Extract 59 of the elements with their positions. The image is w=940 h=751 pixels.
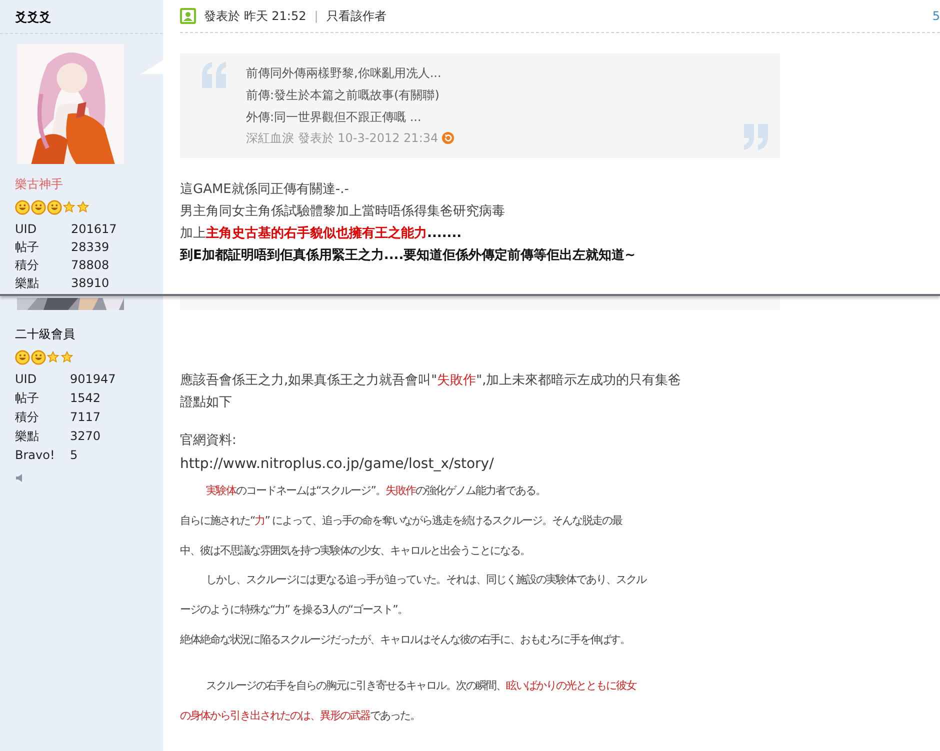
stat-value: 78808 (71, 257, 110, 273)
author-only-link[interactable]: 只看該作者 (326, 8, 386, 24)
stat-value: 201617 (71, 221, 117, 237)
star-icon (47, 351, 59, 363)
stat-label: 樂點 (15, 275, 39, 291)
story-text: 自らに施された“力” によって、追っ手の命を奪いながら逃走を続けるスクルージ。そんな脱走の最 (180, 512, 624, 529)
quote-byline: 深紅血淚 發表於 10-3-2012 21:34 (246, 130, 438, 147)
post-text: 到E加都証明唔到佢真係用緊王之力....要知道佢係外傳定前傳等佢出左就知道~ (180, 246, 637, 265)
user-icon (180, 8, 196, 24)
story-text: の身体から引き出されたのは、異形の武器であった。 (180, 708, 421, 724)
author-name[interactable]: 爻爻爻 (15, 9, 51, 27)
smiley-icon (31, 200, 46, 214)
stat-value: 38910 (71, 275, 110, 291)
stat-label: Bravo! (15, 447, 55, 463)
stat-value: 28339 (71, 239, 110, 255)
story-text: 実験体のコードネームは“スクルージ”。失敗作の強化ゲノム能力者である。 (205, 483, 546, 499)
stat-label: 帖子 (15, 390, 39, 406)
post-text: 官網資料: (180, 432, 238, 450)
quote-line: 外傳:同一世界觀但不跟正傳嘅 ... (246, 109, 422, 126)
stat-label: UID (15, 371, 37, 387)
smiley-icon (47, 200, 62, 214)
stat-value: 901947 (70, 371, 116, 387)
stat-value: 3270 (70, 428, 101, 444)
quote-close-icon (742, 124, 770, 150)
rank-title: 二十級會員 (15, 326, 75, 343)
smiley-icon (31, 350, 46, 364)
stat-label: 積分 (15, 257, 39, 273)
star-icon (63, 201, 75, 213)
story-text: 中、彼は不思議な雰囲気を持つ実験体の少女、キャロルと出会うことになる。 (180, 542, 531, 559)
star-icon (61, 351, 73, 363)
star-icon (77, 201, 89, 213)
floor-link[interactable]: 5 (932, 9, 940, 23)
url-link[interactable]: http://www.nitroplus.co.jp/game/lost_x/story/ (180, 452, 940, 476)
quote-line: 前傳同外傳兩樣野黎,你咪亂用冼人... (246, 65, 442, 82)
stat-label: UID (15, 221, 37, 237)
stat-label: 積分 (15, 409, 39, 425)
story-text: ージのように特殊な“力” を操る3人の“ゴースト”。 (180, 602, 408, 618)
smiley-icon (15, 350, 30, 364)
stat-value: 1542 (70, 390, 101, 406)
post-time: 發表於 昨天 21:52 (204, 8, 306, 24)
post-text: 這GAME就係同正傳有關達-.- (180, 181, 350, 199)
post-text: 加上主角史古基的右手貌似也擁有王之能力....... (180, 224, 463, 243)
stat-value: 7117 (70, 409, 101, 425)
quote-open-icon (200, 62, 228, 88)
stat-label: 樂點 (15, 428, 39, 444)
smiley-icon (15, 200, 30, 214)
speaker-icon[interactable] (15, 473, 25, 483)
story-text: 絶体絶命な状況に陥るスクルージだったが、キャロルはそんな彼の右手に、おもむろに手を伸ばす。 (180, 632, 631, 648)
stat-value: 5 (70, 447, 78, 463)
quote-line: 前傳:發生於本篇之前嘅故事(有關聯) (246, 87, 440, 104)
post-text: 應該吾會係王之力,如果真係王之力就吾會叫"失敗作",加上未來都暗示左成功的只有集爸 (180, 372, 682, 390)
jump-back-icon[interactable] (442, 132, 454, 144)
separator: | (314, 9, 318, 23)
post-text: 男主角同女主角係試驗體黎加上當時唔係得集爸研究病毒 (180, 203, 506, 221)
story-text: しかし、スクルージには更なる追っ手が迫っていた。それは、同じく施設の実験体であり、スクル (205, 572, 648, 588)
post-text: 證點如下 (180, 394, 233, 412)
rank-title: 樂古神手 (15, 176, 63, 193)
story-text: スクルージの右手を自らの胸元に引き寄せるキャロル。次の瞬間、眩いばかりの光とともに彼女 (205, 678, 638, 694)
stat-label: 帖子 (15, 239, 39, 255)
